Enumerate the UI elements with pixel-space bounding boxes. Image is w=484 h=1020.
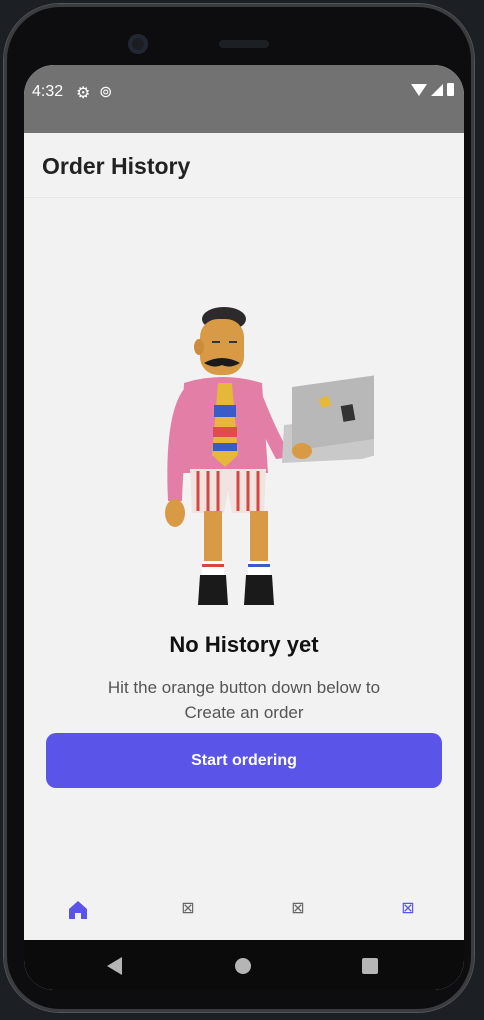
page-title: Order History: [42, 153, 191, 179]
status-indicators: [411, 83, 454, 96]
app-bar: Order History: [24, 133, 464, 198]
battery-icon: [447, 83, 454, 96]
wifi-icon: [411, 83, 427, 96]
screen: 4:32 ⚙ ⊚ Order History No History yet Hi…: [24, 65, 464, 990]
system-navigation-bar: [24, 940, 464, 990]
speaker-grille: [219, 40, 269, 48]
sync-icon: ⊚: [99, 84, 113, 101]
nav-item-2[interactable]: ⊠: [168, 898, 208, 938]
empty-state-illustration: [165, 307, 374, 605]
nav-item-4[interactable]: ⊠: [388, 898, 428, 938]
home-icon: [69, 901, 87, 919]
broken-icon: ⊠: [181, 898, 195, 917]
start-ordering-button[interactable]: Start ordering: [46, 733, 442, 788]
status-bar: 4:32 ⚙ ⊚: [24, 65, 464, 133]
empty-state-title: No History yet: [169, 632, 319, 657]
nav-home[interactable]: [58, 898, 98, 938]
home-circle-icon[interactable]: [235, 958, 251, 974]
broken-icon: ⊠: [401, 898, 415, 917]
signal-icon: [431, 83, 443, 96]
recents-icon[interactable]: [362, 958, 378, 974]
broken-icon: ⊠: [291, 898, 305, 917]
phone-frame: 4:32 ⚙ ⊚ Order History No History yet Hi…: [4, 4, 474, 1012]
nav-item-3[interactable]: ⊠: [278, 898, 318, 938]
empty-state-message: Hit the orange button down below to Crea…: [107, 678, 381, 722]
settings-gear-icon: ⚙: [76, 85, 91, 102]
bottom-nav: ⊠ ⊠ ⊠: [24, 875, 464, 940]
back-icon[interactable]: [107, 957, 122, 975]
camera-lens: [128, 34, 148, 54]
status-time: 4:32: [32, 83, 64, 100]
